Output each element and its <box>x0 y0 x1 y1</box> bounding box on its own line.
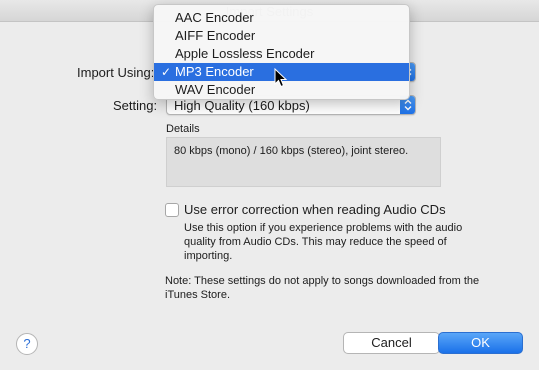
cancel-button[interactable]: Cancel <box>343 332 440 354</box>
details-box: 80 kbps (mono) / 160 kbps (stereo), join… <box>166 137 441 187</box>
setting-value: High Quality (160 kbps) <box>174 98 310 113</box>
menu-item-aiff[interactable]: AIFF Encoder <box>154 27 409 45</box>
menu-item-label: AAC Encoder <box>175 10 254 25</box>
checkmark-icon: ✓ <box>161 65 172 79</box>
mouse-pointer-icon <box>274 68 288 88</box>
menu-item-label: WAV Encoder <box>175 82 256 97</box>
ok-button[interactable]: OK <box>438 332 523 354</box>
details-text: 80 kbps (mono) / 160 kbps (stereo), join… <box>174 145 409 157</box>
menu-item-aac[interactable]: AAC Encoder <box>154 9 409 27</box>
menu-item-apple-lossless[interactable]: Apple Lossless Encoder <box>154 45 409 63</box>
help-button[interactable]: ? <box>16 333 38 355</box>
menu-item-label: MP3 Encoder <box>175 64 254 79</box>
menu-item-label: Apple Lossless Encoder <box>175 46 315 61</box>
setting-label: Setting: <box>113 98 158 113</box>
store-note: Note: These settings do not apply to son… <box>165 275 480 301</box>
menu-item-label: AIFF Encoder <box>175 28 256 43</box>
error-correction-help: Use this option if you experience proble… <box>184 222 463 262</box>
error-correction-label[interactable]: Use error correction when reading Audio … <box>184 202 446 217</box>
import-using-label: Import Using: <box>77 65 155 80</box>
error-correction-checkbox[interactable] <box>165 203 179 217</box>
details-label: Details <box>166 123 200 135</box>
